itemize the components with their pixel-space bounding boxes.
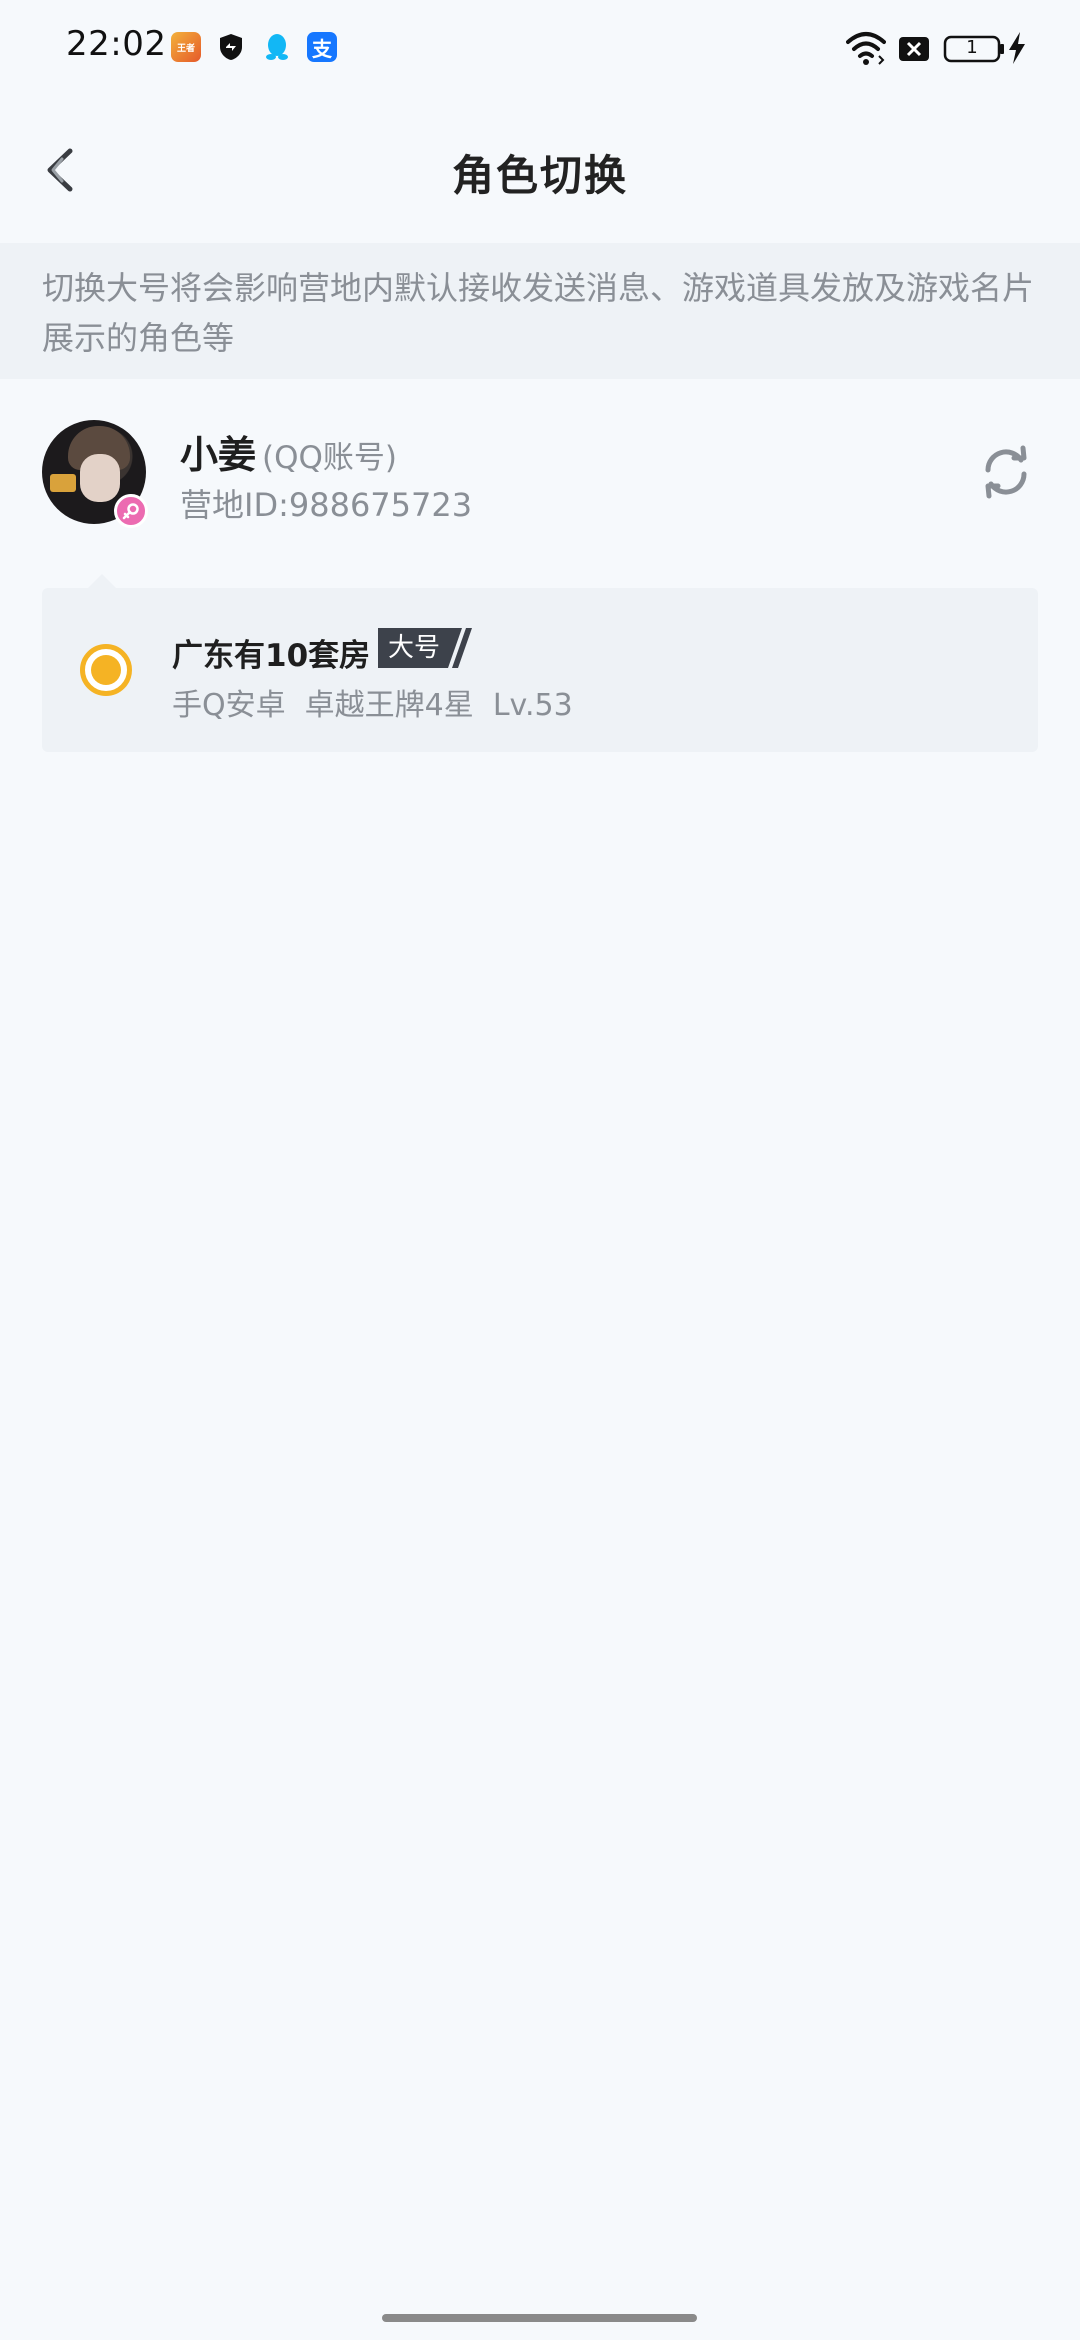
role-name: 广东有10套房 [172, 638, 371, 674]
role-card[interactable]: 广东有10套房 大号 手Q安卓 卓越王牌4星 Lv.53 [42, 574, 1038, 752]
battery-level: 1 [966, 37, 978, 58]
account-type: (QQ账号) [262, 440, 398, 476]
game-app-icon: 王者 [171, 32, 201, 62]
female-icon [114, 494, 148, 528]
game-app-glyph: 王者 [176, 43, 195, 54]
role-radio-selected[interactable] [80, 644, 132, 696]
account-name: 小姜 [180, 433, 257, 477]
account-row: 小姜 (QQ账号) 营地ID:988675723 [0, 414, 1080, 534]
status-bar: 22:02 王者 支 1 [0, 0, 1080, 96]
alipay-icon: 支 [307, 32, 337, 62]
role-detail: 手Q安卓 卓越王牌4星 Lv.53 [172, 688, 573, 723]
account-id: 营地ID:988675723 [180, 486, 473, 524]
badge-slash-decoration [448, 628, 473, 668]
alipay-glyph: 支 [312, 36, 332, 61]
account-name-line: 小姜 (QQ账号) [180, 424, 397, 479]
qq-icon [262, 32, 292, 62]
shield-app-icon [216, 32, 246, 62]
status-time: 22:02 [66, 24, 167, 64]
wifi-icon [846, 32, 886, 65]
radio-dot [91, 655, 121, 685]
header: 角色切换 [0, 120, 1080, 220]
no-sim-icon [899, 37, 929, 61]
main-account-badge-label: 大号 [378, 628, 449, 668]
main-account-badge: 大号 [378, 628, 474, 668]
refresh-icon [985, 445, 1027, 499]
page-title: 角色切换 [451, 151, 628, 200]
notice-banner: 切换大号将会影响营地内默认接收发送消息、游戏道具发放及游戏名片展示的角色等 [0, 243, 1080, 379]
refresh-button[interactable] [978, 444, 1034, 500]
charging-icon [1009, 32, 1025, 64]
home-indicator[interactable] [382, 2314, 697, 2322]
